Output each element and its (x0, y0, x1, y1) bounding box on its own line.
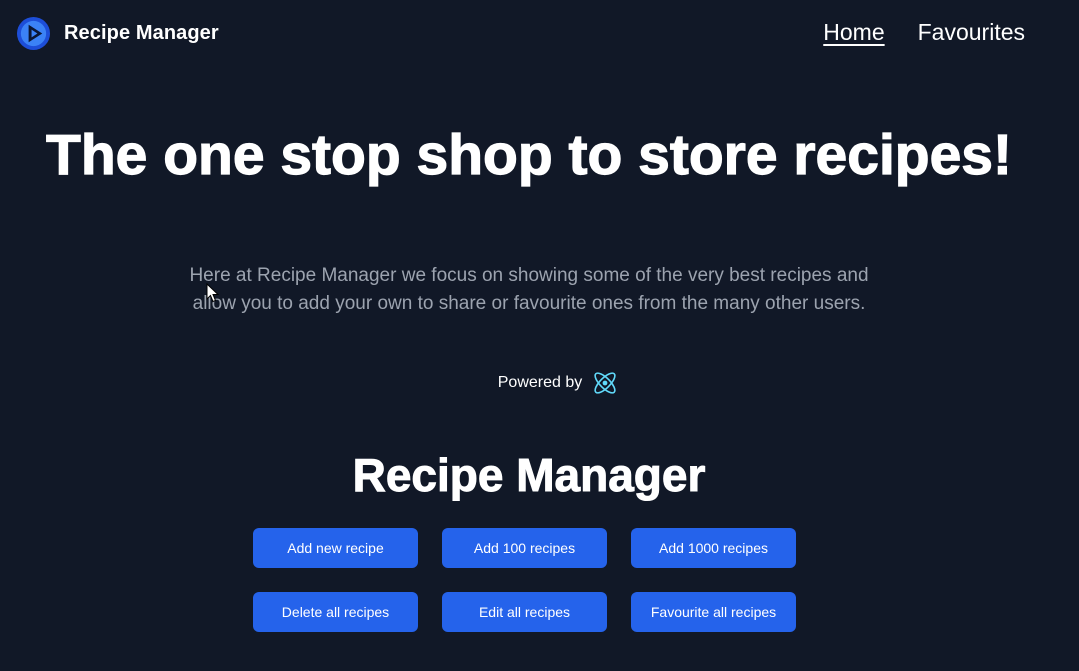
nav-home-link[interactable]: Home (823, 19, 884, 46)
hero-title: The one stop shop to store recipes! (45, 123, 1012, 187)
delete-all-recipes-button[interactable]: Delete all recipes (253, 592, 418, 632)
manager-title: Recipe Manager (352, 449, 706, 502)
navbar: Recipe Manager Home Favourites (0, 0, 1079, 68)
add-new-recipe-button[interactable]: Add new recipe (253, 528, 418, 568)
react-icon (594, 372, 616, 394)
nav-links: Home Favourites (823, 19, 1025, 46)
edit-all-recipes-button[interactable]: Edit all recipes (442, 592, 607, 632)
add-1000-recipes-button[interactable]: Add 1000 recipes (631, 528, 796, 568)
recipe-manager-logo-icon (16, 16, 51, 51)
hero-subtitle: Here at Recipe Manager we focus on showi… (189, 265, 869, 314)
add-100-recipes-button[interactable]: Add 100 recipes (442, 528, 607, 568)
nav-favourites-link[interactable]: Favourites (918, 19, 1025, 46)
powered-by: Powered by (0, 368, 1058, 398)
powered-by-label: Powered by (497, 374, 583, 391)
favourite-all-recipes-button[interactable]: Favourite all recipes (631, 592, 796, 632)
brand[interactable]: Recipe Manager (16, 16, 219, 51)
brand-name: Recipe Manager (64, 22, 219, 44)
action-buttons: Add new recipe Add 100 recipes Add 1000 … (253, 528, 796, 632)
